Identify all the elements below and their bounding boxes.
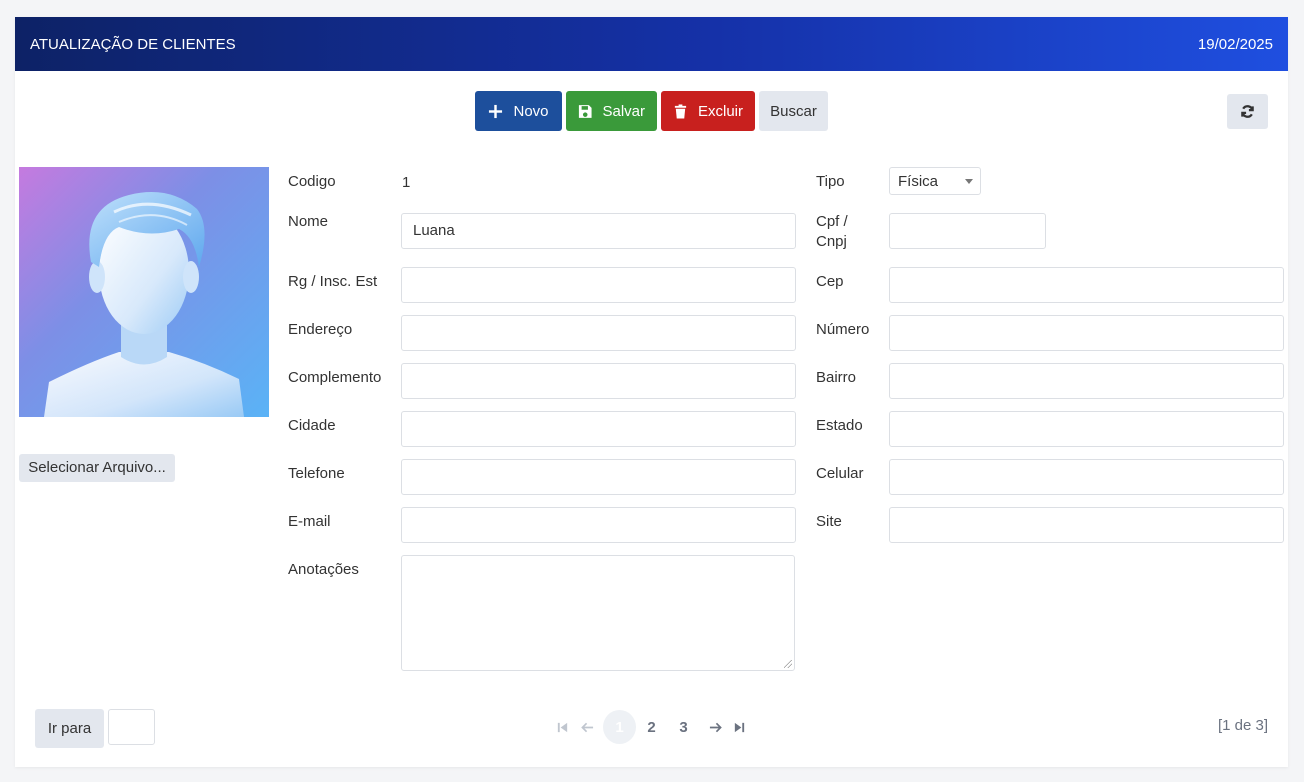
delete-button[interactable]: Excluir [661,91,755,131]
trash-icon [674,103,687,119]
photo-panel: Selecionar Arquivo... [15,162,270,488]
save-button[interactable]: Salvar [566,91,657,131]
client-photo [19,167,269,417]
anotacoes-label: Anotações [288,561,359,578]
email-label: E-mail [288,513,331,530]
complemento-input[interactable] [401,363,796,399]
anotacoes-textarea[interactable] [401,555,795,671]
chevron-down-icon [965,179,973,184]
endereco-input[interactable] [401,315,796,351]
page-info: [1 de 3] [1217,717,1268,734]
client-form: Codigo 1 Tipo Física Nome Luana Cpf / Cn… [273,161,1288,677]
rg-label: Rg / Insc. Est [288,273,378,290]
page-3-button[interactable]: 3 [667,710,700,744]
new-button[interactable]: Novo [475,91,562,131]
last-page-button[interactable] [729,710,749,744]
endereco-label: Endereço [288,321,353,338]
last-page-icon [734,722,744,732]
tipo-select[interactable]: Física [889,167,981,195]
prev-page-button[interactable] [574,710,600,744]
arrow-left-icon [580,722,593,732]
cep-label: Cep [816,273,844,290]
bairro-input[interactable] [889,363,1284,399]
first-page-icon [557,722,567,732]
nome-label: Nome [288,213,329,230]
nome-input[interactable]: Luana [401,213,796,249]
codigo-value: 1 [402,174,411,191]
cidade-label: Cidade [288,417,336,434]
site-input[interactable] [889,507,1284,543]
estado-input[interactable] [889,411,1284,447]
plus-icon [489,104,503,118]
resize-handle[interactable] [784,660,792,668]
toolbar: Novo Salvar Excluir Buscar [15,91,1288,131]
numero-label: Número [816,321,870,338]
page-1-button[interactable]: 1 [603,710,636,744]
goto-page-input[interactable] [108,709,155,745]
refresh-icon [1241,105,1254,118]
cidade-input[interactable] [401,411,796,447]
page-2-button[interactable]: 2 [635,710,668,744]
first-page-button[interactable] [552,710,572,744]
cep-input[interactable] [889,267,1284,303]
select-file-button[interactable]: Selecionar Arquivo... [19,454,175,482]
codigo-label: Codigo [288,173,336,190]
avatar-silhouette-icon [44,192,244,417]
pagination-bar: Ir para 1 2 3 [1 de 3] [15,707,1288,749]
celular-label: Celular [816,465,864,482]
page-header: ATUALIZAÇÃO DE CLIENTES 19/02/2025 [15,17,1288,71]
header-date: 19/02/2025 [1197,35,1273,53]
bairro-label: Bairro [816,369,857,386]
rg-input[interactable] [401,267,796,303]
client-update-card: ATUALIZAÇÃO DE CLIENTES 19/02/2025 Novo … [15,17,1288,767]
numero-input[interactable] [889,315,1284,351]
cpf-label: Cpf / Cnpj [816,213,848,250]
goto-page-button[interactable]: Ir para [35,709,104,748]
next-page-button[interactable] [702,710,728,744]
estado-label: Estado [816,417,863,434]
telefone-label: Telefone [288,465,345,482]
telefone-input[interactable] [401,459,796,495]
refresh-button[interactable] [1227,94,1268,129]
search-button[interactable]: Buscar [759,91,828,131]
celular-input[interactable] [889,459,1284,495]
arrow-right-icon [709,722,722,732]
email-input[interactable] [401,507,796,543]
complemento-label: Complemento [288,369,382,386]
site-label: Site [816,513,842,530]
page-title: ATUALIZAÇÃO DE CLIENTES [30,35,236,53]
cpf-input[interactable] [889,213,1046,249]
tipo-label: Tipo [816,173,845,190]
save-icon [578,104,592,118]
